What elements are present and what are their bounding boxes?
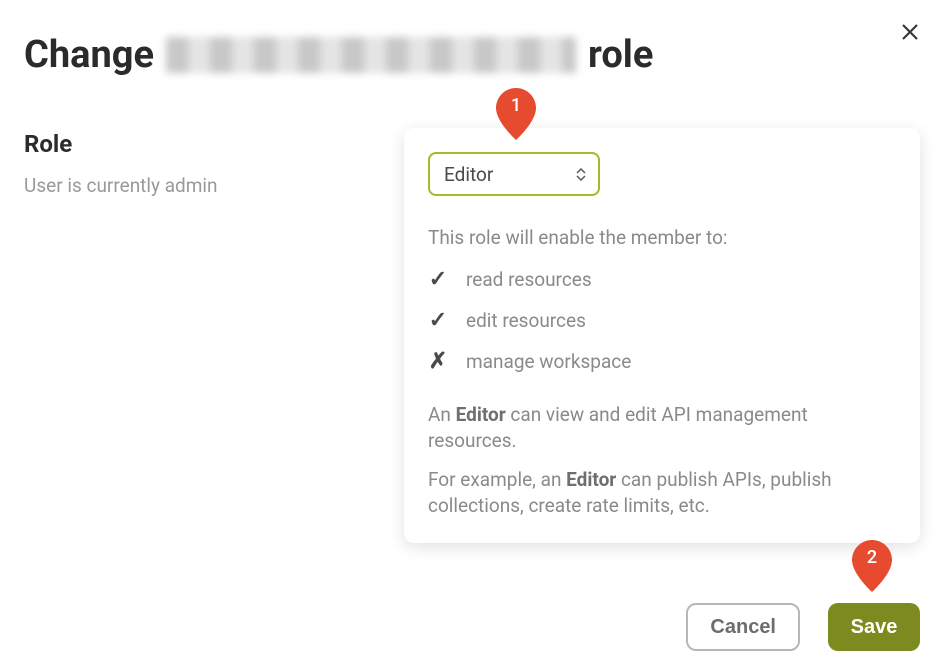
role-description-1: An Editor can view and edit API manageme… xyxy=(428,402,896,453)
role-details-panel: Editor This role will enable the member … xyxy=(404,128,920,543)
desc-text: An xyxy=(428,403,456,426)
permission-label: edit resources xyxy=(466,309,586,332)
desc-bold: Editor xyxy=(456,403,506,426)
permission-item: ✓ edit resources xyxy=(428,308,896,333)
dialog-footer: Cancel Save xyxy=(686,603,920,651)
cancel-button[interactable]: Cancel xyxy=(686,603,800,651)
role-current-text: User is currently admin xyxy=(24,174,364,197)
select-caret-icon xyxy=(576,168,586,181)
permission-item: ✓ read resources xyxy=(428,267,896,292)
title-prefix: Change xyxy=(24,33,154,77)
dialog-title: Change role xyxy=(24,30,884,80)
save-button[interactable]: Save xyxy=(828,603,920,651)
permission-label: read resources xyxy=(466,268,592,291)
desc-text: For example, an xyxy=(428,468,566,491)
role-select[interactable]: Editor xyxy=(428,152,600,196)
permissions-list: ✓ read resources ✓ edit resources ✗ mana… xyxy=(428,267,896,374)
close-button[interactable] xyxy=(898,20,922,44)
annotation-marker-2: 2 xyxy=(852,540,892,592)
permission-label: manage workspace xyxy=(466,350,631,373)
enable-text: This role will enable the member to: xyxy=(428,226,896,249)
title-redacted xyxy=(166,37,576,73)
permission-item: ✗ manage workspace xyxy=(428,349,896,374)
annotation-number: 1 xyxy=(496,95,536,116)
role-heading: Role xyxy=(24,130,364,158)
cross-icon: ✗ xyxy=(428,349,448,374)
title-suffix: role xyxy=(588,33,653,77)
close-icon xyxy=(901,23,919,41)
check-icon: ✓ xyxy=(428,308,448,333)
role-select-value: Editor xyxy=(444,163,493,186)
annotation-number: 2 xyxy=(852,547,892,568)
check-icon: ✓ xyxy=(428,267,448,292)
role-info-section: Role User is currently admin xyxy=(24,130,364,197)
role-description-2: For example, an Editor can publish APIs,… xyxy=(428,467,896,518)
desc-bold: Editor xyxy=(566,468,616,491)
